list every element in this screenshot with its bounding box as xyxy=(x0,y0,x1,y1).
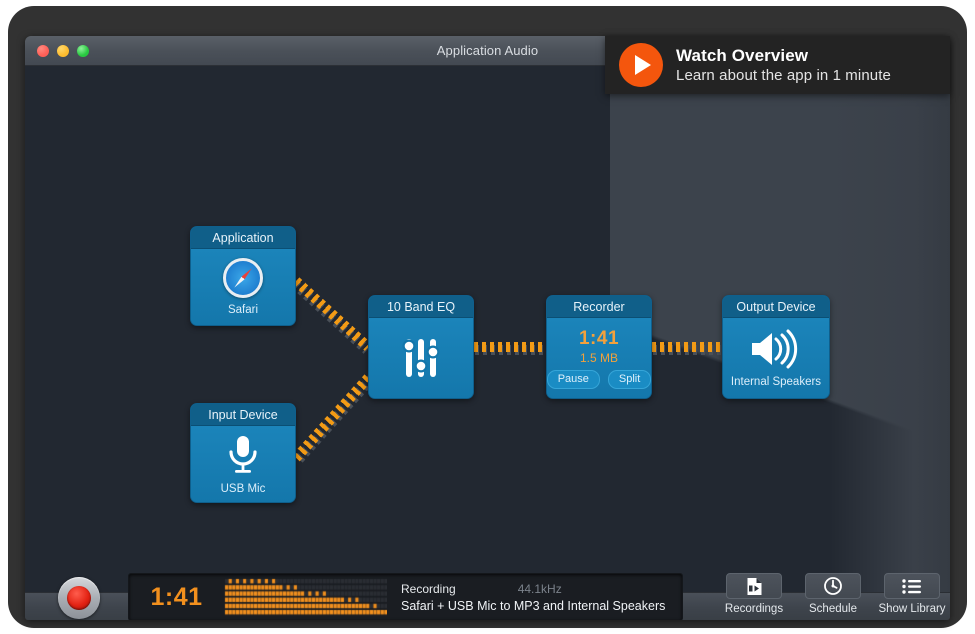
bottom-toolbar: 1:41 Recording 44.1kHz Safari + USB Mic … xyxy=(25,592,950,620)
play-triangle xyxy=(635,55,651,75)
transport-display: 1:41 Recording 44.1kHz Safari + USB Mic … xyxy=(128,573,683,620)
promo-subtitle: Learn about the app in 1 minute xyxy=(676,67,891,84)
node-application-header: Application xyxy=(191,227,295,249)
transport-time: 1:41 xyxy=(129,583,224,612)
recorder-split-button[interactable]: Split xyxy=(608,370,651,389)
recorder-pause-button[interactable]: Pause xyxy=(547,370,600,389)
node-equalizer-body xyxy=(369,318,473,398)
node-equalizer[interactable]: 10 Band EQ xyxy=(368,295,474,399)
cable-connection[interactable] xyxy=(293,277,372,350)
show-library-button-label: Show Library xyxy=(878,603,945,615)
node-output-device-label: Internal Speakers xyxy=(731,376,821,388)
node-recorder-header: Recorder xyxy=(547,296,651,318)
recorder-file-size: 1.5 MB xyxy=(580,351,618,365)
show-library-button[interactable]: Show Library xyxy=(880,573,944,615)
show-library-button-icon-box xyxy=(884,573,940,599)
node-output-device-body: Internal Speakers xyxy=(723,318,829,398)
node-input-device-header: Input Device xyxy=(191,404,295,426)
node-application-label: Safari xyxy=(228,304,258,316)
schedule-button-icon-box xyxy=(805,573,861,599)
node-application[interactable]: Application Safari xyxy=(190,226,296,326)
recordings-button-label: Recordings xyxy=(725,603,783,615)
record-dot-icon xyxy=(67,586,91,610)
node-output-device-header: Output Device xyxy=(723,296,829,318)
transport-status: Recording xyxy=(401,582,456,596)
watch-overview-overlay[interactable]: Watch Overview Learn about the app in 1 … xyxy=(605,36,950,94)
recordings-button-icon-box xyxy=(726,573,782,599)
node-application-body: Safari xyxy=(191,249,295,325)
schedule-button-label: Schedule xyxy=(809,603,857,615)
schedule-button[interactable]: Schedule xyxy=(801,573,865,615)
recorder-button-group: Pause Split xyxy=(547,370,652,389)
safari-icon xyxy=(223,258,263,298)
promo-title: Watch Overview xyxy=(676,46,891,66)
recorder-elapsed-time: 1:41 xyxy=(579,328,619,350)
list-icon xyxy=(902,579,922,594)
node-output-device[interactable]: Output Device Internal Speakers xyxy=(722,295,830,399)
clock-icon xyxy=(824,577,842,595)
recordings-button[interactable]: Recordings xyxy=(722,573,786,615)
canvas-edge-shade xyxy=(830,66,950,592)
application-window: Application Audio Application Safari Inp… xyxy=(25,36,950,620)
node-input-device[interactable]: Input Device USB Mic xyxy=(190,403,296,503)
cable-connection[interactable] xyxy=(474,342,546,352)
transport-sample-rate: 44.1kHz xyxy=(518,582,562,596)
node-input-device-label: USB Mic xyxy=(221,483,266,495)
transport-info: Recording 44.1kHz Safari + USB Mic to MP… xyxy=(387,582,682,613)
cable-connection[interactable] xyxy=(292,375,371,462)
node-input-device-body: USB Mic xyxy=(191,426,295,502)
record-button[interactable] xyxy=(58,577,100,619)
node-recorder[interactable]: Recorder 1:41 1.5 MB Pause Split xyxy=(546,295,652,399)
microphone-icon xyxy=(223,433,263,477)
transport-detail: Safari + USB Mic to MP3 and Internal Spe… xyxy=(401,599,682,613)
level-meter xyxy=(224,578,387,616)
node-recorder-body: 1:41 1.5 MB Pause Split xyxy=(547,318,651,398)
signal-flow-canvas[interactable]: Application Safari Input Device USB Mic … xyxy=(25,66,950,592)
play-icon[interactable] xyxy=(619,43,663,87)
document-recordings-icon xyxy=(746,577,763,596)
sliders-icon xyxy=(400,335,442,381)
node-equalizer-header: 10 Band EQ xyxy=(369,296,473,318)
speaker-icon xyxy=(748,328,804,370)
promo-text: Watch Overview Learn about the app in 1 … xyxy=(676,46,891,84)
cable-connection[interactable] xyxy=(652,342,722,352)
